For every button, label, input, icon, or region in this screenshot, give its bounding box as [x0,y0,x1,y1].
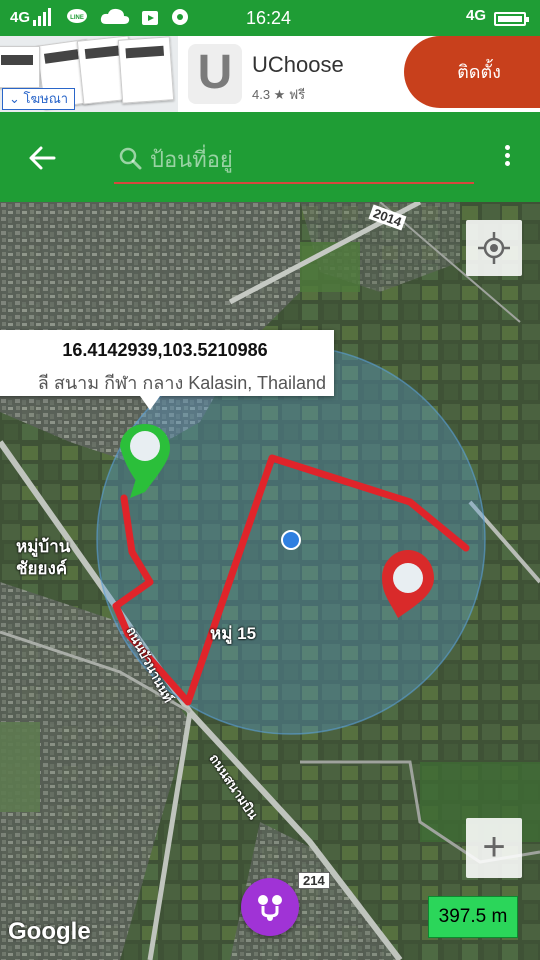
ad-screenshot [0,46,40,88]
search-bar[interactable] [114,140,474,184]
crosshair-icon [478,232,510,264]
status-bar: 4G LINE 16:24 4G [0,0,540,36]
coordinate-popup[interactable]: 16.4142939,103.5210986 ลี สนาม กีฬา กลาง… [0,330,334,410]
battery-icon [494,12,529,26]
signal-icon [33,8,51,26]
cloud-icon [100,8,130,24]
route-button[interactable] [241,878,299,936]
map-view[interactable]: 2014 หมู่บ้าน ชัยยงค์ หมู่ 15 ถนนบัวนานน… [0,202,540,960]
clock: 16:24 [246,8,292,28]
network-label: 4G [10,9,31,26]
my-location-button[interactable] [466,220,522,276]
zoom-in-button[interactable]: + [466,818,522,878]
ad-tag-label: โฆษณา [23,91,69,106]
ad-banner[interactable]: ⌄ โฆษณา U UChoose 4.3 ★ ฟรี ติดตั้ง [0,36,540,112]
network-label-right: 4G [466,7,487,24]
install-button[interactable]: ติดตั้ง [404,36,540,108]
more-vert-icon[interactable] [498,142,516,178]
app-name[interactable]: UChoose [252,52,344,78]
current-location-dot [281,530,301,550]
search-icon [119,147,142,170]
app-rating: 4.3 ★ ฟรี [252,87,306,102]
toolbar [0,112,540,202]
chevron-down-icon: ⌄ [9,91,20,106]
line-icon: LINE [67,9,87,23]
distance-label: 397.5 m [428,896,518,938]
ad-tag[interactable]: ⌄ โฆษณา [2,88,76,110]
chrome-icon [172,9,188,25]
coordinates-text: 16.4142939,103.5210986 [62,340,268,360]
svg-text:LINE: LINE [70,15,84,21]
address-text: ลี สนาม กีฬา กลาง Kalasin, Thailand [37,373,326,393]
back-arrow-icon[interactable] [26,142,58,174]
road-sign-214: 214 [298,872,330,889]
play-store-icon [142,11,158,25]
search-input[interactable] [148,142,472,178]
google-logo: Google [8,918,91,945]
satellite-map[interactable] [0,202,540,960]
route-icon [258,895,282,921]
ad-screenshot [117,36,175,104]
area-label: หมู่ 15 [210,624,257,643]
app-logo[interactable]: U [188,44,242,104]
village-label: หมู่บ้าน ชัยยงค์ [16,537,71,578]
